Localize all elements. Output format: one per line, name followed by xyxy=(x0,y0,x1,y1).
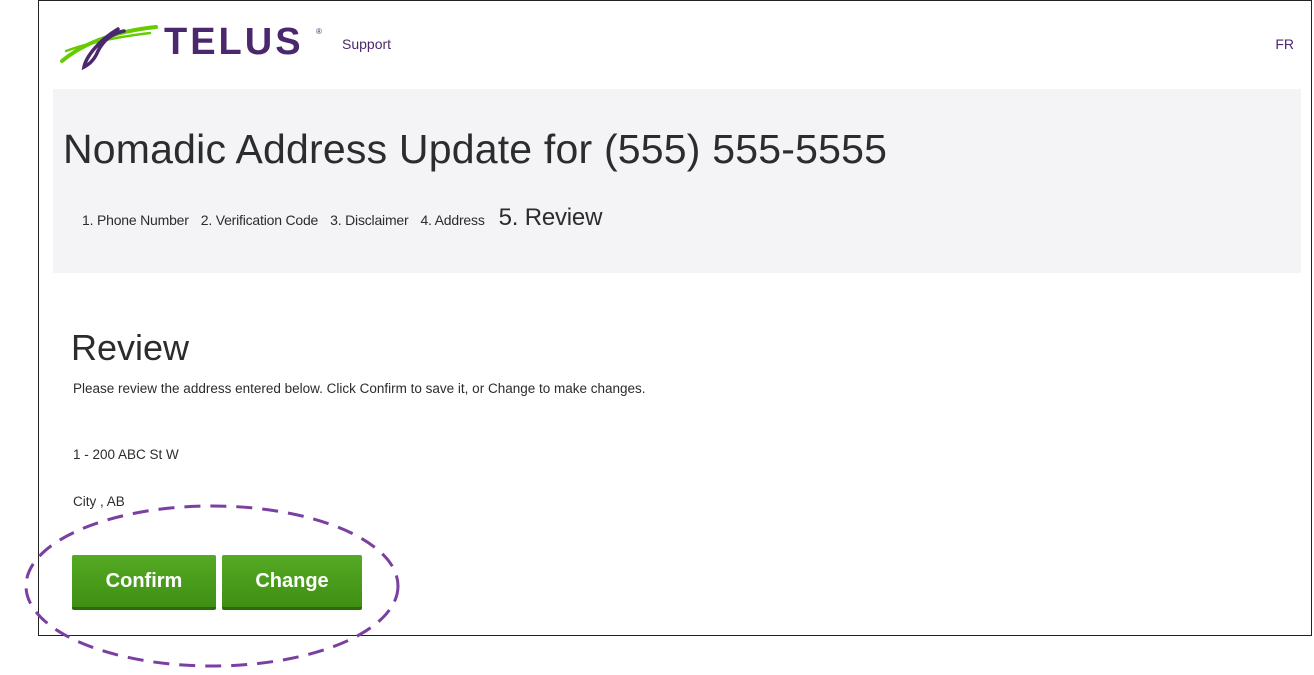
support-link[interactable]: Support xyxy=(342,36,391,52)
step-disclaimer: 3. Disclaimer xyxy=(330,212,409,228)
telus-leaf-logo-icon xyxy=(60,25,158,71)
registered-mark: ® xyxy=(316,27,322,36)
address-line-street: 1 - 200 ABC St W xyxy=(73,447,179,462)
language-toggle-fr[interactable]: FR xyxy=(1275,36,1294,52)
step-address: 4. Address xyxy=(420,212,485,228)
confirm-button[interactable]: Confirm xyxy=(72,555,216,610)
review-heading: Review xyxy=(71,327,190,368)
progress-steps: 1. Phone Number 2. Verification Code 3. … xyxy=(82,204,602,240)
page-banner xyxy=(53,89,1301,273)
telus-logo[interactable]: TELUS ® xyxy=(58,21,330,71)
address-line-city: City , AB xyxy=(73,494,125,509)
review-instructions: Please review the address entered below.… xyxy=(73,381,646,396)
step-review-current: 5. Review xyxy=(498,204,603,231)
page-title: Nomadic Address Update for (555) 555-555… xyxy=(63,126,888,172)
step-phone-number: 1. Phone Number xyxy=(82,212,189,228)
telus-wordmark: TELUS xyxy=(164,21,304,63)
step-verification-code: 2. Verification Code xyxy=(200,212,319,228)
change-button[interactable]: Change xyxy=(222,555,362,610)
